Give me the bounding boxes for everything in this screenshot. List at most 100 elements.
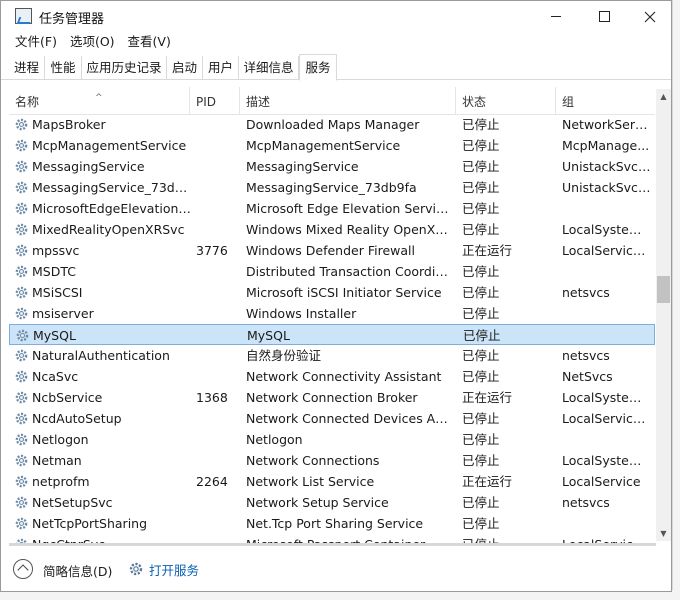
service-name: NcbService — [32, 390, 103, 405]
menu-file[interactable]: 文件(F) — [15, 32, 57, 52]
service-name: MSiSCSI — [32, 285, 83, 300]
service-description: Microsoft iSCSI Initiator Service — [246, 285, 442, 300]
service-group: UnistackSvcG... — [562, 159, 652, 174]
table-row[interactable]: Netman Network Connections 已停止 LocalSystem.… — [9, 450, 655, 471]
table-row[interactable]: MicrosoftEdgeElevationS... Microsoft Edge… — [9, 198, 655, 219]
service-pid — [196, 366, 240, 387]
service-gear-icon — [15, 160, 28, 173]
tab-details[interactable]: 详细信息 — [239, 56, 299, 80]
menu-bar: 文件(F) 选项(O) 查看(V) — [1, 32, 671, 52]
table-row-selected[interactable]: MySQL MySQL 已停止 — [9, 324, 655, 345]
table-row[interactable]: MSDTC Distributed Transaction Coordina...… — [9, 261, 655, 282]
service-group: LocalService — [562, 474, 641, 489]
service-name: NetSetupSvc — [32, 495, 113, 510]
table-row[interactable]: Netlogon Netlogon 已停止 — [9, 429, 655, 450]
service-gear-icon — [15, 412, 28, 425]
minimize-button[interactable] — [533, 1, 579, 32]
service-gear-icon — [15, 202, 28, 215]
table-row[interactable]: MSiSCSI Microsoft iSCSI Initiator Service… — [9, 282, 655, 303]
column-header-group[interactable]: 组 — [556, 87, 655, 115]
service-status: 已停止 — [462, 348, 500, 363]
close-button[interactable] — [627, 1, 671, 32]
maximize-button[interactable] — [581, 1, 627, 32]
tab-processes[interactable]: 进程 — [9, 56, 45, 80]
service-group: LocalService... — [562, 243, 652, 258]
service-pid — [196, 492, 240, 513]
service-pid — [197, 325, 241, 346]
column-header-status[interactable]: 状态 — [456, 87, 556, 115]
table-row[interactable]: NgcCtnrSvc Microsoft Passport Container 已停… — [9, 534, 655, 543]
service-pid — [196, 282, 240, 303]
horizontal-scrollbar[interactable] — [9, 543, 656, 546]
open-services-link[interactable]: 打开服务 — [128, 559, 199, 579]
tab-services[interactable]: 服务 — [299, 54, 337, 81]
service-group: UnistackSvcG... — [562, 180, 652, 195]
vertical-scrollbar[interactable]: ▲ ▼ — [656, 89, 671, 541]
tab-performance[interactable]: 性能 — [45, 56, 82, 80]
table-row[interactable]: NetSetupSvc Network Setup Service 已停止 netsv… — [9, 492, 655, 513]
service-gear-icon — [15, 118, 28, 131]
column-header-description[interactable]: 描述 — [240, 87, 456, 115]
column-header-pid[interactable]: PID — [190, 87, 240, 115]
service-status: 已停止 — [462, 534, 554, 543]
service-pid — [196, 429, 240, 450]
table-row[interactable]: MapsBroker Downloaded Maps Manager 已停止 Netw… — [9, 114, 655, 135]
service-pid — [196, 534, 240, 543]
service-name: MapsBroker — [32, 117, 106, 132]
service-description: Network Connectivity Assistant — [246, 369, 442, 384]
table-row[interactable]: mpssvc 3776 Windows Defender Firewall 正在运行 L… — [9, 240, 655, 261]
background-window-edge — [672, 0, 680, 600]
service-status: 已停止 — [463, 328, 501, 343]
service-description: Windows Mixed Reality OpenXR ... — [246, 222, 450, 237]
open-services-label: 打开服务 — [149, 562, 200, 578]
table-row[interactable]: McpManagementService McpManagementService… — [9, 135, 655, 156]
service-description: Network List Service — [246, 474, 375, 489]
service-group: LocalSystem... — [562, 222, 652, 237]
service-status: 已停止 — [462, 369, 500, 384]
scroll-up-icon[interactable]: ▲ — [656, 89, 671, 104]
task-manager-window: 任务管理器 文件(F) 选项(O) 查看(V) 进程 性能 应用历史记录 启动 … — [0, 0, 672, 592]
table-row[interactable]: NaturalAuthentication 自然身份验证 已停止 netsvcs — [9, 345, 655, 366]
table-row[interactable]: netprofm 2264 Network List Service 正在运行 Loca… — [9, 471, 655, 492]
table-row[interactable]: MessagingService MessagingService 已停止 Unist… — [9, 156, 655, 177]
title-bar[interactable]: 任务管理器 — [1, 1, 671, 32]
service-gear-icon — [15, 244, 28, 257]
service-name: Netman — [32, 453, 82, 468]
service-group — [562, 303, 652, 324]
menu-options[interactable]: 选项(O) — [70, 32, 115, 52]
column-header-name[interactable]: 名称 ^ — [9, 87, 190, 115]
service-status: 正在运行 — [462, 474, 513, 489]
service-name: MessagingService_73db... — [32, 180, 192, 195]
brief-info-button[interactable]: 简略信息(D) — [43, 561, 112, 580]
close-icon — [644, 11, 656, 22]
service-pid — [196, 408, 240, 429]
service-status: 已停止 — [462, 432, 500, 447]
table-row[interactable]: NcbService 1368 Network Connection Broker 正… — [9, 387, 655, 408]
scrollbar-thumb[interactable] — [657, 276, 670, 303]
table-row[interactable]: NetTcpPortSharing Net.Tcp Port Sharing Se… — [9, 513, 655, 534]
table-row[interactable]: NcaSvc Network Connectivity Assistant 已停止 N… — [9, 366, 655, 387]
service-name: NaturalAuthentication — [32, 348, 170, 363]
service-name: NcdAutoSetup — [32, 411, 122, 426]
service-status: 已停止 — [462, 180, 500, 195]
service-status: 已停止 — [462, 159, 500, 174]
table-row[interactable]: NcdAutoSetup Network Connected Devices Au… — [9, 408, 655, 429]
services-list: 名称 ^ PID 描述 状态 组 MapsBroker Downloaded Ma… — [9, 87, 671, 543]
tab-startup[interactable]: 启动 — [167, 56, 203, 80]
table-row[interactable]: MixedRealityOpenXRSvc Windows Mixed Reali… — [9, 219, 655, 240]
service-gear-icon — [15, 139, 28, 152]
collapse-chevron-icon[interactable] — [13, 559, 33, 579]
table-row[interactable]: msiserver Windows Installer 已停止 — [9, 303, 655, 324]
service-status: 已停止 — [462, 516, 500, 531]
table-row[interactable]: MessagingService_73db... MessagingService… — [9, 177, 655, 198]
window-title: 任务管理器 — [39, 12, 105, 27]
service-group — [563, 325, 653, 346]
scroll-down-icon[interactable]: ▼ — [656, 526, 671, 541]
tab-app-history[interactable]: 应用历史记录 — [82, 56, 167, 80]
service-description: Microsoft Edge Elevation Service... — [246, 201, 450, 216]
tab-users[interactable]: 用户 — [203, 56, 239, 80]
menu-view[interactable]: 查看(V) — [128, 32, 171, 52]
service-group — [562, 261, 652, 282]
service-gear-icon — [15, 223, 28, 236]
service-pid: 2264 — [196, 474, 228, 489]
